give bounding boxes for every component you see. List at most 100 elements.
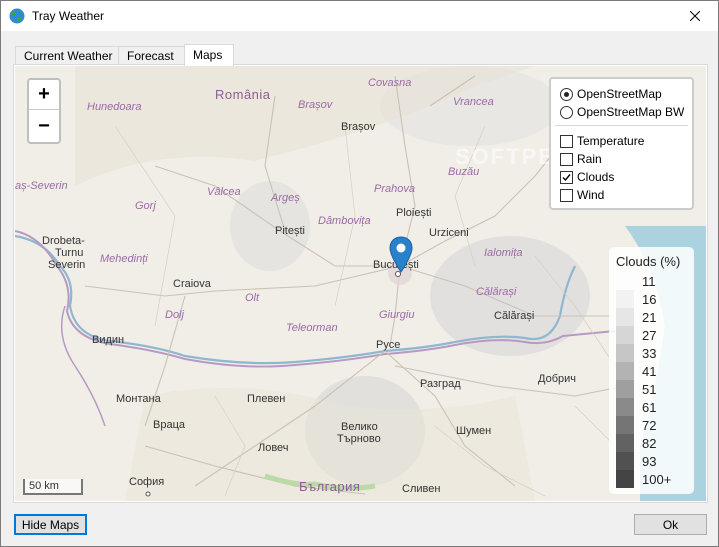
map-label-shumen: Шумен	[456, 425, 492, 437]
map-label-valcea: Vâlcea	[207, 186, 241, 198]
tab-current-weather[interactable]: Current Weather	[15, 46, 119, 65]
tab-maps[interactable]: Maps	[184, 44, 234, 66]
map-label-lovech: Ловеч	[258, 442, 289, 454]
map-label-mehedinti: Mehedinți	[100, 253, 148, 265]
map-label-montana: Монтана	[116, 393, 161, 405]
map-label-prahova: Prahova	[374, 183, 415, 195]
map-label-sliven: Сливен	[402, 483, 441, 495]
map-label-gorj: Gorj	[135, 200, 156, 212]
map-label-hunedoara: Hunedoara	[87, 101, 142, 113]
legend-swatch	[616, 380, 634, 398]
legend-swatch	[616, 344, 634, 362]
checkbox-clouds[interactable]	[560, 170, 573, 184]
tray-weather-window: Tray Weather Current Weather Forecast Ma…	[0, 0, 719, 547]
map-label-olt: Olt	[245, 292, 260, 304]
map-label-teleorman: Teleorman	[286, 322, 338, 334]
legend-value: 100+	[642, 472, 672, 487]
radio-openstreetmap[interactable]	[560, 87, 573, 101]
layers-control: OpenStreetMap OpenStreetMap BW Temperatu…	[549, 77, 694, 210]
legend-swatch	[616, 416, 634, 434]
map-label-ruse: Русе	[376, 339, 401, 351]
map-label-veliko: Велико	[341, 421, 378, 433]
legend-row: 16	[616, 290, 688, 308]
legend-value: 51	[642, 382, 657, 397]
layers-separator	[555, 125, 688, 126]
legend-row: 61	[616, 398, 688, 416]
map-label-razgrad: Разград	[420, 378, 461, 390]
legend-value: 72	[642, 418, 657, 433]
legend-swatch	[616, 272, 634, 290]
layer-openstreetmap[interactable]: OpenStreetMap	[560, 86, 662, 102]
legend-row: 21	[616, 308, 688, 326]
location-pin-icon[interactable]	[389, 236, 413, 278]
map-label-vratsa: Враца	[153, 419, 185, 431]
map-label-drobeta: Drobeta-	[42, 235, 85, 247]
map-label-calarasi-region: Călărași	[476, 286, 517, 298]
legend-row: 100+	[616, 470, 688, 488]
legend-value: 21	[642, 310, 657, 325]
legend-value: 33	[642, 346, 657, 361]
checkbox-temperature[interactable]	[560, 134, 573, 148]
overlay-wind-label: Wind	[577, 188, 605, 202]
clouds-legend: Clouds (%) 11 16 21 27 33 41 51 61 72 82…	[609, 247, 694, 494]
map-label-severin-city: Severin	[48, 259, 86, 271]
map-label-bulgaria: България	[299, 479, 361, 494]
layer-openstreetmap-label: OpenStreetMap	[577, 87, 662, 101]
legend-row: 27	[616, 326, 688, 344]
radio-openstreetmap-bw[interactable]	[560, 105, 573, 119]
overlay-temperature[interactable]: Temperature	[560, 133, 644, 149]
map-scale-bar: 50 km	[23, 479, 83, 495]
map-label-calarasi: Călărași	[494, 310, 535, 322]
map-label-ploiesti: Ploiești	[396, 207, 432, 219]
overlay-clouds[interactable]: Clouds	[560, 169, 614, 185]
map-label-vrancea: Vrancea	[453, 96, 494, 108]
tab-forecast[interactable]: Forecast	[118, 46, 185, 65]
legend-row: 72	[616, 416, 688, 434]
map-label-giurgiu: Giurgiu	[379, 309, 415, 321]
legend-value: 16	[642, 292, 657, 307]
map-label-tarnovo: Търново	[337, 433, 381, 445]
zoom-in-button[interactable]: +	[29, 80, 59, 110]
map-label-brasov: Brașov	[341, 121, 376, 133]
layer-openstreetmap-bw-label: OpenStreetMap BW	[577, 105, 685, 119]
map-label-dolj: Dolj	[165, 309, 184, 321]
checkbox-wind[interactable]	[560, 188, 573, 202]
map-label-urziceni: Urziceni	[429, 227, 469, 239]
overlay-wind[interactable]: Wind	[560, 187, 604, 203]
checkmark-icon	[562, 173, 571, 181]
map-label-turnu: Turnu	[55, 247, 84, 259]
overlay-temperature-label: Temperature	[577, 134, 645, 148]
map-label-brasov-region: Brașov	[298, 99, 333, 111]
window-title: Tray Weather	[32, 9, 105, 23]
map-label-vidin: Видин	[92, 334, 125, 346]
legend-value: 11	[642, 274, 656, 289]
maps-panel: SOFTPEDIA România България Covasna Vranc…	[13, 64, 708, 503]
legend-row: 11	[616, 272, 688, 290]
layer-openstreetmap-bw[interactable]: OpenStreetMap BW	[560, 104, 684, 120]
legend-value: 82	[642, 436, 657, 451]
legend-row: 93	[616, 452, 688, 470]
checkbox-rain[interactable]	[560, 152, 573, 166]
map-label-craiova: Craiova	[173, 278, 211, 290]
close-button[interactable]	[672, 1, 718, 31]
ok-button[interactable]: Ok	[634, 514, 707, 535]
legend-swatch	[616, 452, 634, 470]
legend-swatch	[616, 398, 634, 416]
map-label-pitesti: Pitești	[275, 225, 305, 237]
hide-maps-button[interactable]: Hide Maps	[14, 514, 87, 535]
close-icon	[690, 11, 700, 21]
zoom-out-button[interactable]: −	[29, 111, 59, 141]
map-label-covasna: Covasna	[368, 77, 412, 89]
map-label-ialomita: Ialomița	[484, 247, 523, 259]
map-label-dobrich: Добрич	[538, 373, 576, 385]
map-label-dambovita: Dâmbovița	[318, 215, 371, 227]
map-label-pleven: Плевен	[247, 393, 286, 405]
map-label-sofia: София	[129, 476, 165, 488]
zoom-control: + −	[27, 78, 61, 144]
legend-title: Clouds (%)	[616, 254, 681, 269]
weather-map[interactable]: SOFTPEDIA România България Covasna Vranc…	[15, 66, 706, 501]
overlay-clouds-label: Clouds	[577, 170, 615, 184]
overlay-rain[interactable]: Rain	[560, 151, 602, 167]
map-label-romania: România	[215, 87, 271, 102]
legend-row: 82	[616, 434, 688, 452]
